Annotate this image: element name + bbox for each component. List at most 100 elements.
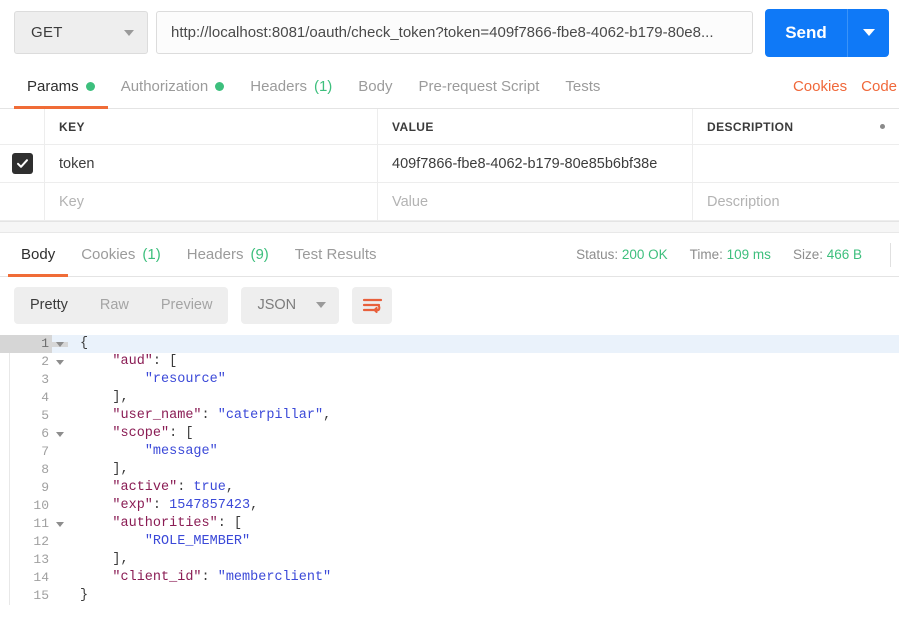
code-text: ], bbox=[80, 390, 129, 405]
code-line: 13 ], bbox=[0, 551, 899, 569]
tab-label: Params bbox=[27, 78, 79, 95]
tab-tests[interactable]: Tests bbox=[552, 65, 613, 108]
new-param-description-input[interactable]: Description bbox=[693, 183, 899, 221]
tab-response-headers[interactable]: Headers (9) bbox=[174, 233, 282, 276]
size-value: 466 B bbox=[826, 247, 862, 262]
view-mode-pretty[interactable]: Pretty bbox=[14, 287, 84, 324]
param-enabled-checkbox[interactable] bbox=[11, 153, 33, 174]
view-mode-preview[interactable]: Preview bbox=[145, 287, 229, 324]
tab-label: Tests bbox=[565, 78, 601, 95]
line-number: 10 bbox=[33, 498, 49, 513]
time-label: Time: bbox=[689, 247, 723, 262]
status-label: Status: bbox=[576, 247, 619, 262]
cookies-link[interactable]: Cookies bbox=[793, 78, 847, 95]
code-gutter-pad bbox=[0, 551, 10, 569]
request-tab-bar: Params Authorization Headers (1) Body Pr… bbox=[0, 65, 899, 109]
code-text: "client_id": "memberclient" bbox=[112, 570, 332, 585]
time-value: 109 ms bbox=[726, 247, 771, 262]
code-gutter-pad bbox=[0, 335, 10, 353]
code-line: 7 "message" bbox=[0, 443, 899, 461]
fold-toggle-icon[interactable] bbox=[52, 359, 68, 365]
tab-response-cookies[interactable]: Cookies (1) bbox=[68, 233, 174, 276]
code-text: "aud": [ bbox=[112, 354, 178, 369]
send-button-group: Send bbox=[765, 8, 889, 57]
param-description-input[interactable] bbox=[693, 145, 899, 183]
tab-label: Authorization bbox=[120, 78, 209, 95]
tab-body[interactable]: Body bbox=[345, 65, 405, 108]
tab-headers[interactable]: Headers (1) bbox=[237, 65, 345, 108]
tab-test-results[interactable]: Test Results bbox=[282, 233, 390, 276]
code-gutter-pad bbox=[0, 407, 10, 425]
fold-toggle-icon[interactable] bbox=[52, 341, 68, 347]
tab-authorization[interactable]: Authorization bbox=[108, 65, 238, 108]
line-number: 1 bbox=[10, 335, 52, 353]
row-checkbox-cell bbox=[0, 145, 45, 183]
code-text: "ROLE_MEMBER" bbox=[144, 534, 251, 549]
line-number: 9 bbox=[41, 480, 49, 495]
table-header-row: KEY VALUE DESCRIPTION bbox=[0, 109, 899, 145]
chevron-down-icon bbox=[862, 29, 875, 36]
tab-label: Body bbox=[21, 246, 56, 263]
http-method-select[interactable]: GET bbox=[14, 11, 148, 54]
table-row: token 409f7866-fbe8-4062-b179-80e85b6bf3… bbox=[0, 145, 899, 183]
code-gutter-pad bbox=[0, 425, 10, 443]
code-link[interactable]: Code bbox=[861, 78, 897, 95]
format-select[interactable]: JSON bbox=[241, 286, 340, 324]
code-text: "message" bbox=[144, 444, 218, 459]
tab-pre-request-script[interactable]: Pre-request Script bbox=[406, 65, 553, 108]
fold-toggle-icon[interactable] bbox=[52, 431, 68, 437]
code-line: 11 "authorities": [ bbox=[0, 515, 899, 533]
code-line: 6 "scope": [ bbox=[0, 425, 899, 443]
new-param-value-input[interactable]: Value bbox=[378, 183, 693, 221]
line-number: 14 bbox=[33, 570, 49, 585]
time-badge: Time: 109 ms bbox=[690, 247, 771, 262]
header-description: DESCRIPTION bbox=[693, 109, 899, 145]
tab-count: (9) bbox=[250, 246, 269, 263]
code-line: 4 ], bbox=[0, 389, 899, 407]
new-param-key-input[interactable]: Key bbox=[45, 183, 378, 221]
code-gutter-pad bbox=[0, 479, 10, 497]
code-gutter-pad bbox=[0, 389, 10, 407]
code-line: 15} bbox=[0, 587, 899, 605]
code-text: "authorities": [ bbox=[112, 516, 243, 531]
fold-toggle-icon[interactable] bbox=[52, 521, 68, 527]
code-gutter-pad bbox=[0, 587, 10, 605]
tab-response-body[interactable]: Body bbox=[8, 233, 69, 277]
param-value-input[interactable]: 409f7866-fbe8-4062-b179-80e85b6bf38e bbox=[378, 145, 693, 183]
line-number: 12 bbox=[33, 534, 49, 549]
http-method-label: GET bbox=[31, 24, 63, 41]
code-gutter-pad bbox=[0, 461, 10, 479]
line-number: 5 bbox=[41, 408, 49, 423]
tab-label: Test Results bbox=[294, 246, 377, 263]
view-mode-raw[interactable]: Raw bbox=[84, 287, 145, 324]
response-tab-bar: Body Cookies (1) Headers (9) Test Result… bbox=[0, 233, 899, 277]
send-button[interactable]: Send bbox=[765, 8, 847, 57]
response-body-code[interactable]: 1{2 "aud": [3 "resource" 4 ], 5 "user_name… bbox=[0, 333, 899, 605]
tab-label: Body bbox=[358, 78, 393, 95]
header-value: VALUE bbox=[378, 109, 693, 145]
tab-count: (1) bbox=[142, 246, 161, 263]
url-text: http://localhost:8081/oauth/check_token?… bbox=[171, 24, 714, 41]
format-label: JSON bbox=[257, 297, 297, 313]
code-line: 12 "ROLE_MEMBER" bbox=[0, 533, 899, 551]
line-number: 3 bbox=[41, 372, 49, 387]
bulk-edit-icon[interactable] bbox=[880, 124, 885, 129]
param-key-input[interactable]: token bbox=[45, 145, 378, 183]
pane-divider[interactable] bbox=[0, 222, 899, 233]
tab-params[interactable]: Params bbox=[14, 65, 108, 109]
line-number: 7 bbox=[41, 444, 49, 459]
size-label: Size: bbox=[792, 247, 823, 262]
code-text: ], bbox=[80, 552, 129, 567]
send-options-button[interactable] bbox=[847, 8, 889, 57]
request-tab-links: Cookies Code bbox=[793, 65, 899, 108]
word-wrap-button[interactable] bbox=[352, 286, 393, 324]
code-gutter-pad bbox=[0, 533, 10, 551]
code-text: ], bbox=[80, 462, 129, 477]
code-line: 3 "resource" bbox=[0, 371, 899, 389]
line-number: 15 bbox=[33, 588, 49, 603]
line-number: 2 bbox=[41, 354, 49, 369]
status-badge: Status: 200 OK bbox=[576, 247, 668, 262]
url-input[interactable]: http://localhost:8081/oauth/check_token?… bbox=[156, 11, 753, 54]
view-mode-group: Pretty Raw Preview bbox=[14, 286, 229, 324]
code-gutter-pad bbox=[0, 443, 10, 461]
